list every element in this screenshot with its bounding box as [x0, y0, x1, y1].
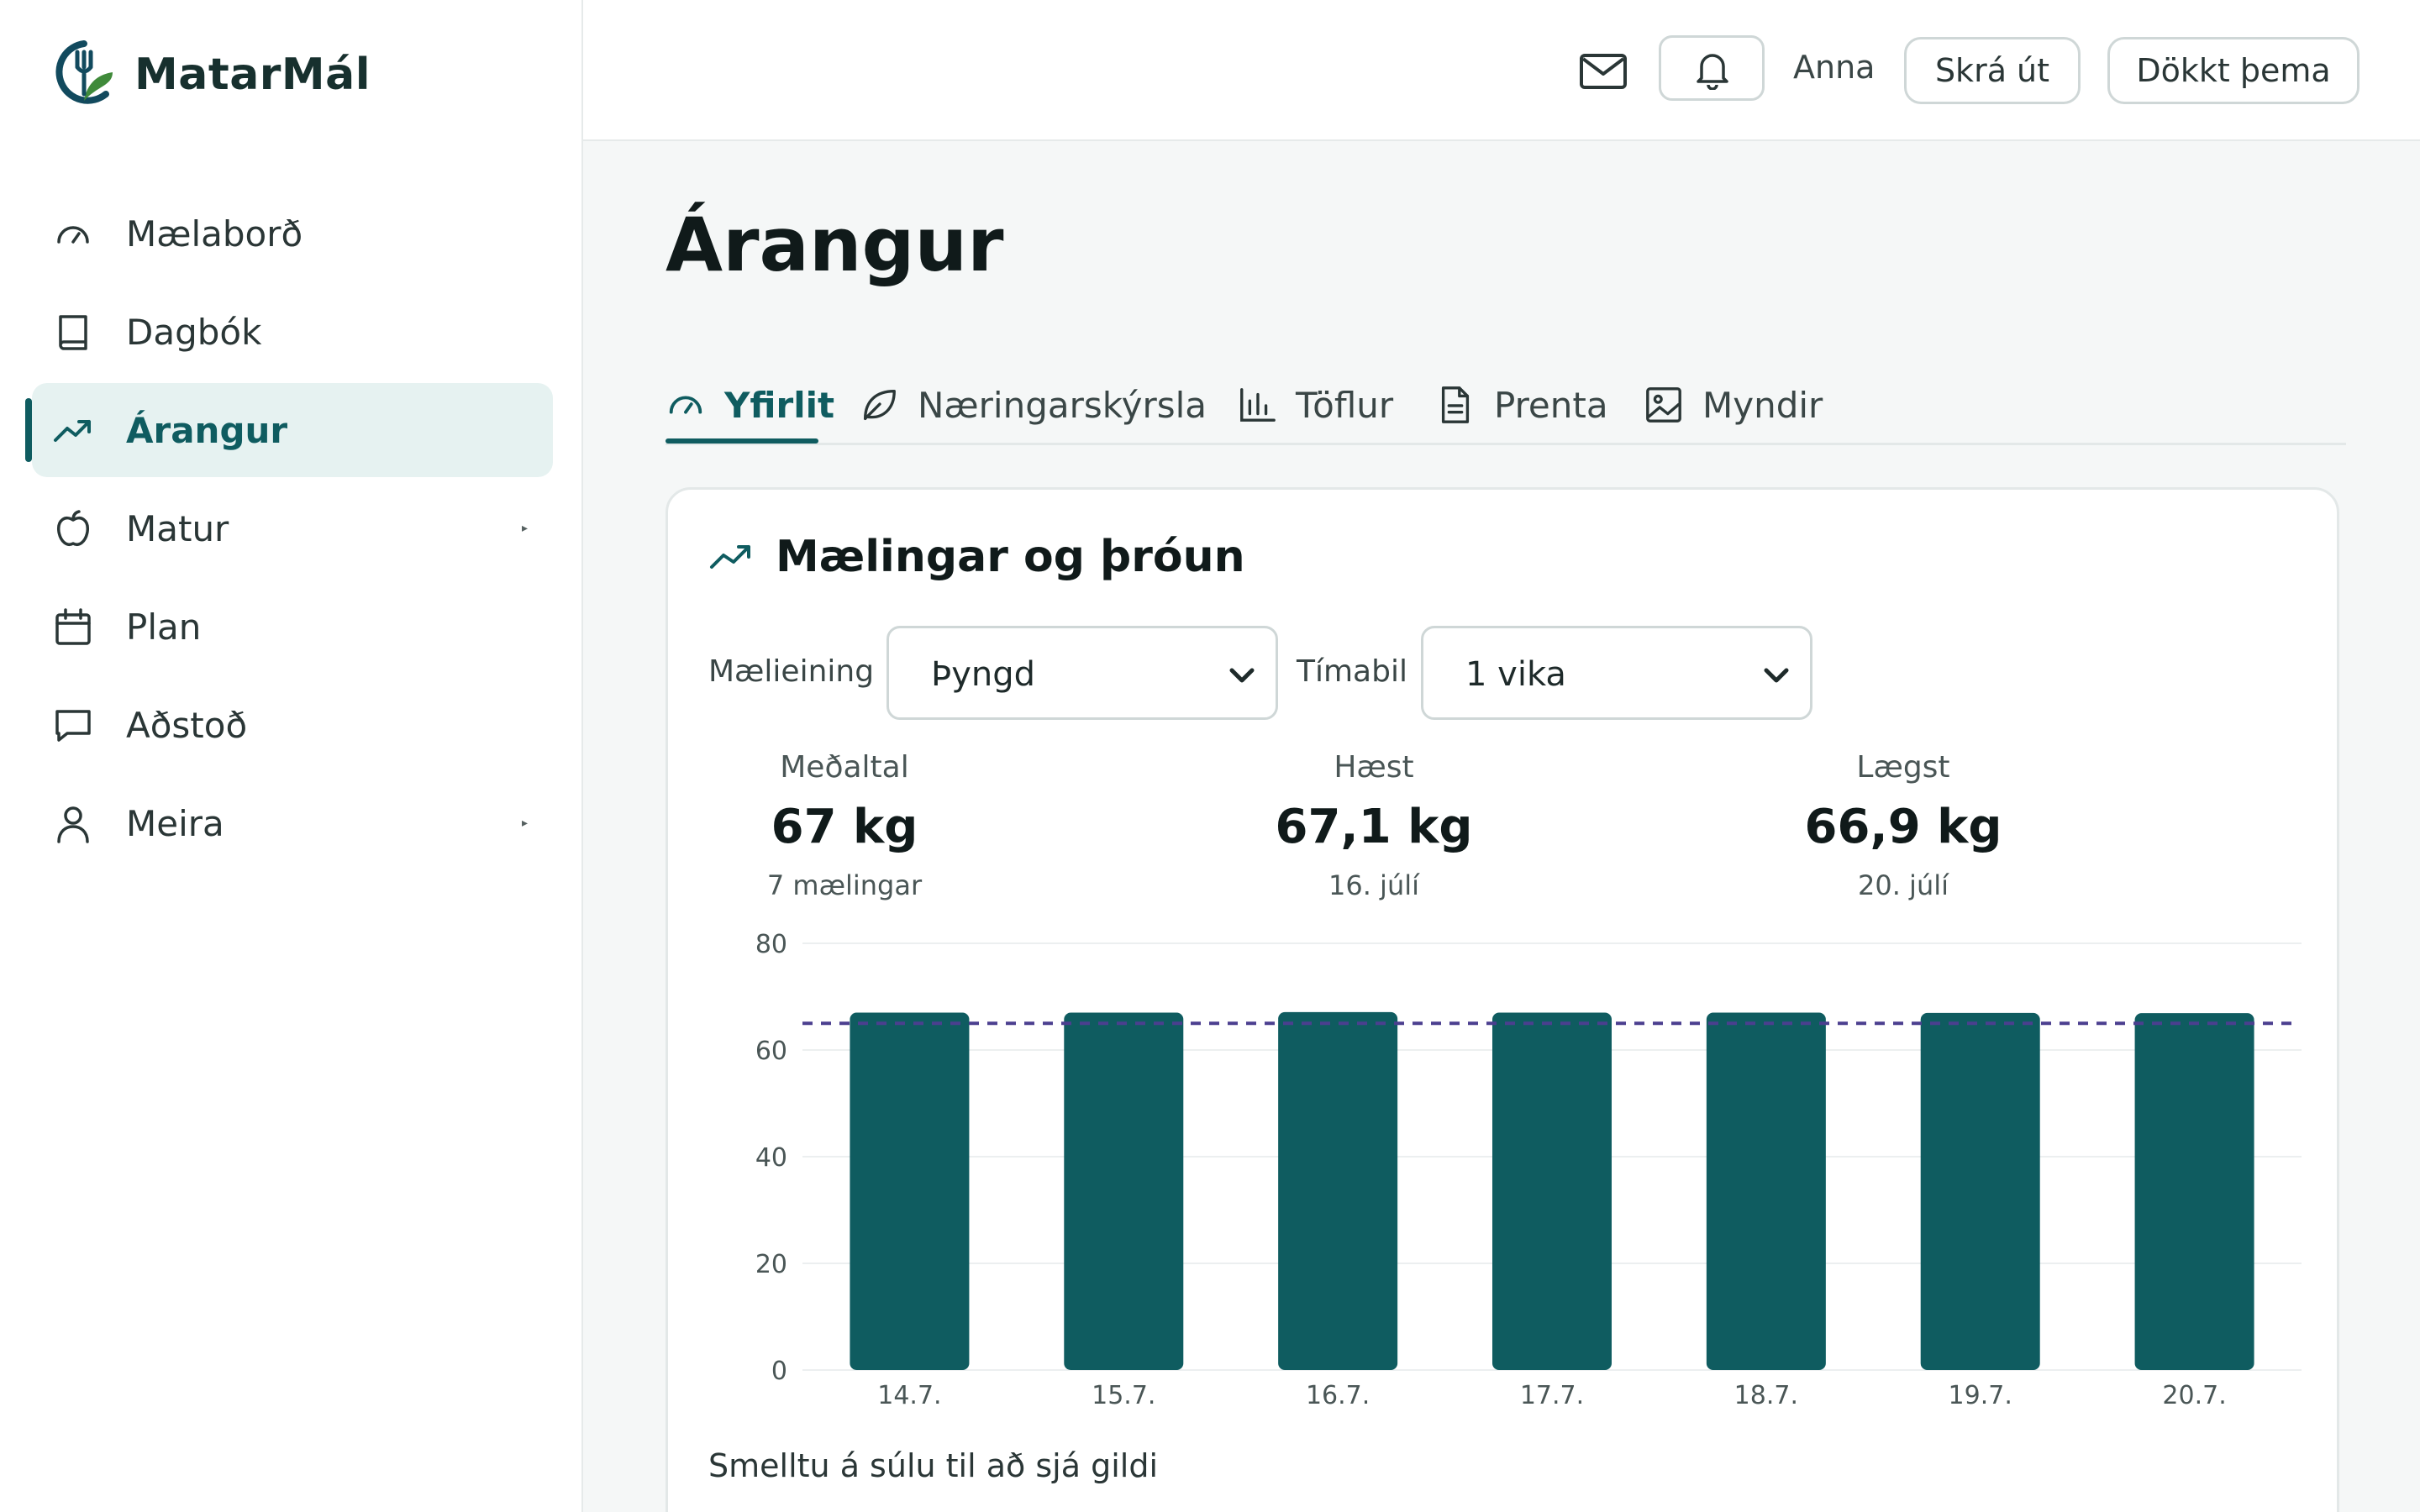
- user-icon: [57, 806, 89, 843]
- sidebar-item-more[interactable]: Meira ▸: [32, 776, 553, 870]
- chat-icon: [55, 710, 91, 742]
- stat-label: Meðaltal: [780, 750, 909, 785]
- stat-label: Hæst: [1334, 750, 1414, 785]
- sidebar-item-dashboard[interactable]: Mælaborð: [32, 186, 553, 281]
- notifications-button[interactable]: [1659, 35, 1765, 101]
- sidebar-item-progress[interactable]: Árangur: [25, 383, 553, 477]
- sidebar-item-diary[interactable]: Dagbók: [32, 285, 553, 379]
- y-tick-label: 80: [755, 930, 787, 959]
- sidebar-item-help[interactable]: Aðstoð: [32, 678, 553, 772]
- sidebar-item-label: Meira: [126, 802, 224, 844]
- caret-right-icon: ▸: [521, 816, 528, 830]
- caret-right-icon: ▸: [521, 522, 528, 535]
- logout-button[interactable]: Skrá út: [1904, 37, 2081, 104]
- tab-bar: Yfirlit Næringarskýrsla Töflur Prenta My…: [666, 361, 2346, 445]
- sidebar-item-label: Árangur: [126, 409, 288, 451]
- stat-average: Meðaltal 67 kg 7 mælingar: [668, 750, 1021, 901]
- sidebar-item-plan[interactable]: Plan: [32, 580, 553, 674]
- trending-up-icon: [710, 545, 750, 569]
- tab-nutrition-report[interactable]: Næringarskýrsla: [859, 371, 1207, 438]
- sidebar: MatarMál Mælaborð Dagbók Árangur Matur ▸…: [0, 0, 583, 1512]
- app-logo[interactable]: MatarMál: [50, 39, 371, 111]
- x-tick-label: 20.7.: [2162, 1381, 2226, 1410]
- weight-bar-chart: 0 20 40 60 80 14.7. 15.7. 16.7. 17.7. 18.7. 19.7. 2…: [755, 930, 2302, 1410]
- chart-bar[interactable]: [2134, 1013, 2254, 1370]
- measure-select-value: Þyngd: [931, 655, 1036, 694]
- dark-theme-button[interactable]: Dökkt þema: [2107, 37, 2360, 104]
- bar-chart-icon: [1240, 388, 1276, 422]
- stat-sub: 20. júlí: [1857, 869, 1949, 901]
- tab-print[interactable]: Prenta: [1435, 371, 1608, 438]
- trending-up-icon: [54, 420, 91, 442]
- measure-select[interactable]: Þyngd: [886, 626, 1278, 720]
- user-name[interactable]: Anna: [1793, 49, 1875, 86]
- chart-bar[interactable]: [1706, 1012, 1826, 1370]
- mail-icon[interactable]: [1576, 44, 1630, 97]
- tab-label: Næringarskýrsla: [918, 384, 1207, 426]
- image-icon: [1646, 387, 1681, 423]
- y-tick-label: 60: [755, 1037, 787, 1066]
- chart-bar[interactable]: [850, 1012, 970, 1370]
- sidebar-item-label: Matur: [126, 507, 229, 549]
- chart-bar[interactable]: [1064, 1012, 1184, 1370]
- x-tick-label: 17.7.: [1520, 1381, 1584, 1410]
- period-select-value: 1 vika: [1465, 655, 1566, 694]
- x-tick-label: 15.7.: [1092, 1381, 1155, 1410]
- logo-icon: [55, 40, 113, 104]
- x-tick-label: 18.7.: [1734, 1381, 1798, 1410]
- tab-overview[interactable]: Yfirlit: [666, 371, 834, 438]
- stat-value: 66,9 kg: [1804, 800, 2002, 854]
- x-tick-label: 19.7.: [1949, 1381, 2012, 1410]
- chevron-down-icon: [1764, 668, 1789, 683]
- tab-label: Myndir: [1702, 384, 1823, 426]
- tab-images[interactable]: Myndir: [1644, 371, 1823, 438]
- stat-lowest: Lægst 66,9 kg 20. júlí: [1727, 750, 2080, 901]
- bell-icon: [1697, 54, 1728, 90]
- sidebar-item-label: Mælaborð: [126, 213, 303, 255]
- stat-value: 67,1 kg: [1275, 800, 1473, 854]
- page-title: Árangur: [666, 202, 1004, 288]
- y-tick-label: 20: [755, 1250, 787, 1279]
- y-tick-label: 40: [755, 1143, 787, 1173]
- card-header: Mælingar og þróun: [708, 532, 1245, 582]
- active-tab-underline: [666, 438, 818, 444]
- chevron-down-icon: [1229, 668, 1255, 683]
- sidebar-item-label: Dagbók: [126, 311, 262, 353]
- y-tick-label: 0: [771, 1357, 787, 1386]
- tab-label: Töflur: [1296, 384, 1394, 426]
- stat-value: 67 kg: [771, 800, 918, 854]
- sidebar-item-food[interactable]: Matur ▸: [32, 481, 553, 575]
- book-icon: [59, 315, 87, 350]
- tab-label: Yfirlit: [724, 384, 835, 426]
- period-label: Tímabil: [1297, 654, 1407, 689]
- top-bar: Anna Skrá út Dökkt þema: [583, 0, 2420, 141]
- active-indicator: [25, 398, 32, 462]
- stat-highest: Hæst 67,1 kg 16. júlí: [1197, 750, 1550, 901]
- document-icon: [1441, 386, 1470, 423]
- gauge-icon: [57, 226, 89, 244]
- measurements-card: Mælingar og þróun Mælieining Þyngd Tímab…: [666, 487, 2339, 1512]
- leaf-icon: [864, 390, 896, 420]
- stat-label: Lægst: [1856, 750, 1950, 785]
- app-name: MatarMál: [134, 50, 371, 100]
- chart-bar[interactable]: [1278, 1011, 1398, 1370]
- tab-charts[interactable]: Töflur: [1237, 371, 1393, 438]
- sidebar-item-label: Plan: [126, 606, 202, 648]
- apple-icon: [57, 510, 89, 546]
- chart-bar[interactable]: [1920, 1012, 2040, 1370]
- tab-label: Prenta: [1494, 384, 1608, 426]
- stat-sub: 16. júlí: [1328, 869, 1419, 901]
- measure-label: Mælieining: [708, 654, 875, 689]
- sidebar-nav: Mælaborð Dagbók Árangur Matur ▸ Plan Aðs…: [0, 186, 583, 874]
- card-title: Mælingar og þróun: [776, 532, 1245, 582]
- stat-sub: 7 mælingar: [766, 869, 923, 901]
- period-select[interactable]: 1 vika: [1421, 626, 1812, 720]
- gauge-icon: [669, 396, 702, 414]
- sidebar-item-label: Aðstoð: [126, 704, 248, 746]
- chart-bar[interactable]: [1492, 1012, 1612, 1370]
- x-tick-label: 16.7.: [1306, 1381, 1370, 1410]
- chart-hint: Smelltu á súlu til að sjá gildi: [708, 1447, 1159, 1484]
- calendar-icon: [55, 608, 91, 645]
- x-tick-label: 14.7.: [877, 1381, 941, 1410]
